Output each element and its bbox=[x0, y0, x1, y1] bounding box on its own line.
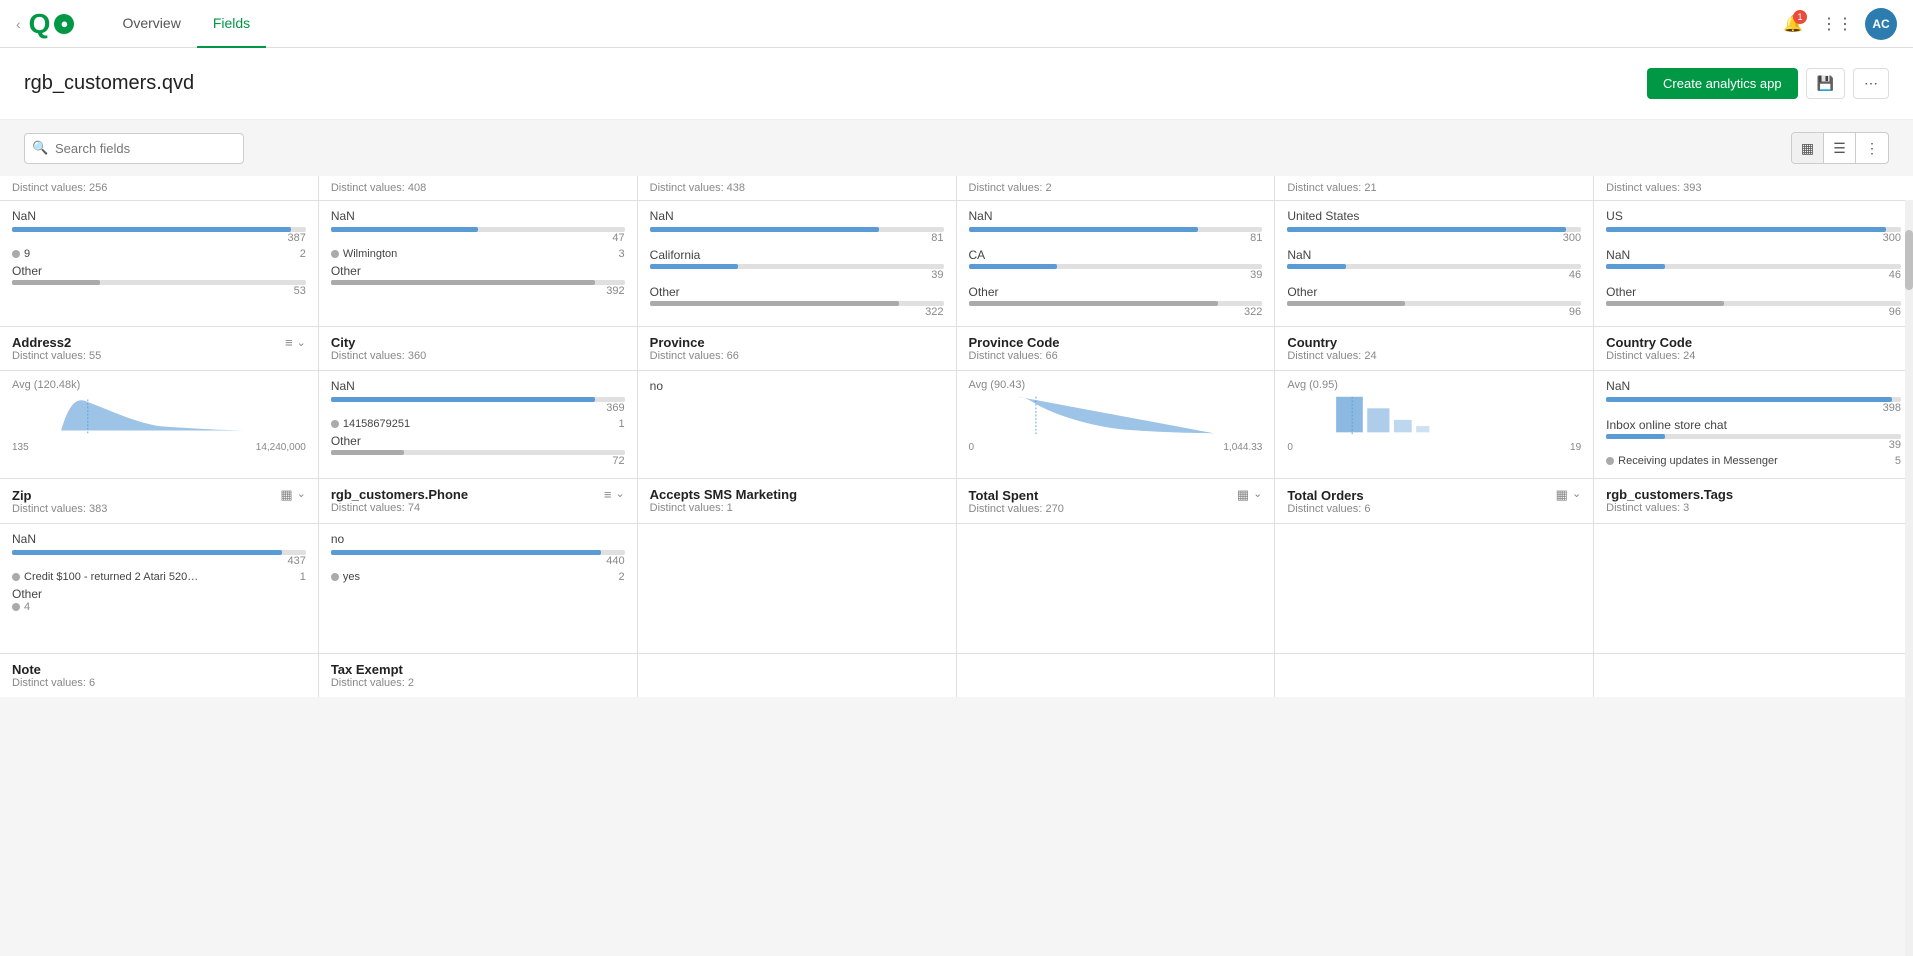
logo: Q ● bbox=[29, 10, 75, 38]
app-header: ‹ Q ● Overview Fields 🔔 1 ⋮⋮ AC bbox=[0, 0, 1913, 48]
nav-fields[interactable]: Fields bbox=[197, 0, 266, 48]
chevron-phone[interactable]: ⌄ bbox=[615, 487, 624, 502]
top-nan-col1: NaN 387 92 Other 53 bbox=[0, 201, 319, 327]
top-nan-col5: United States 300 NaN 46 Other 96 bbox=[1275, 201, 1594, 327]
more-options-button[interactable]: ⋯ bbox=[1853, 68, 1889, 99]
avatar[interactable]: AC bbox=[1865, 8, 1897, 40]
top-nan-col2: NaN 47 Wilmington3 Other 392 bbox=[319, 201, 638, 327]
col-distinct-3: Distinct values: 438 bbox=[638, 176, 957, 200]
empty-header-5 bbox=[1275, 654, 1594, 697]
chart-icon-total-spent[interactable]: ▦ bbox=[1237, 487, 1249, 503]
sort-icon-phone[interactable]: ≡ bbox=[604, 487, 612, 502]
col-distinct-6: Distinct values: 393 bbox=[1594, 176, 1913, 200]
logo-icon: ● bbox=[54, 14, 74, 34]
sms-chart-cell: no bbox=[638, 371, 957, 478]
field-header-country: Country Distinct values: 24 bbox=[1275, 327, 1594, 370]
field-header-city: City Distinct values: 360 bbox=[319, 327, 638, 370]
top-nan-col4: NaN 81 CA 39 Other 322 bbox=[957, 201, 1276, 327]
chevron-total-spent[interactable]: ⌄ bbox=[1253, 487, 1262, 503]
chevron-zip[interactable]: ⌄ bbox=[297, 487, 306, 503]
empty-cell-4 bbox=[957, 524, 1276, 653]
search-wrap: 🔍 bbox=[24, 133, 244, 164]
empty-header-3 bbox=[638, 654, 957, 697]
total-spent-histogram bbox=[969, 395, 1263, 435]
tax-exempt-content-cell: no 440 yes2 bbox=[319, 524, 638, 653]
empty-cell-6 bbox=[1594, 524, 1913, 653]
total-orders-histogram bbox=[1287, 395, 1581, 435]
empty-cell-5 bbox=[1275, 524, 1594, 653]
field-header-province-code: Province Code Distinct values: 66 bbox=[957, 327, 1276, 370]
field-header-phone: rgb_customers.Phone ≡ ⌄ Distinct values:… bbox=[319, 479, 638, 523]
page-title: rgb_customers.qvd bbox=[24, 72, 194, 95]
nav-overview[interactable]: Overview bbox=[106, 0, 196, 48]
main-nav: Overview Fields bbox=[106, 0, 266, 48]
field-header-tax-exempt: Tax Exempt Distinct values: 2 bbox=[319, 654, 638, 697]
header-right: 🔔 1 ⋮⋮ AC bbox=[1777, 8, 1897, 40]
chevron-address2[interactable]: ⌄ bbox=[297, 336, 306, 349]
chevron-total-orders[interactable]: ⌄ bbox=[1572, 487, 1581, 503]
apps-button[interactable]: ⋮⋮ bbox=[1821, 8, 1853, 40]
search-input[interactable] bbox=[24, 133, 244, 164]
create-analytics-app-button[interactable]: Create analytics app bbox=[1647, 68, 1798, 99]
chart-icon-zip[interactable]: ▦ bbox=[280, 487, 292, 503]
back-button[interactable]: ‹ bbox=[16, 16, 21, 32]
tags-chart-cell: NaN 398 Inbox online store chat 39 Recei… bbox=[1594, 371, 1913, 478]
zip-histogram bbox=[12, 395, 306, 435]
logo-q: Q bbox=[29, 10, 51, 38]
search-icon: 🔍 bbox=[32, 140, 48, 156]
col-distinct-2: Distinct values: 408 bbox=[319, 176, 638, 200]
search-bar-row: 🔍 ▦ ☰ ⋮ bbox=[0, 120, 1913, 176]
field-header-province: Province Distinct values: 66 bbox=[638, 327, 957, 370]
notifications-button[interactable]: 🔔 1 bbox=[1777, 8, 1809, 40]
title-bar: rgb_customers.qvd Create analytics app 💾… bbox=[0, 48, 1913, 120]
view-toggles: ▦ ☰ ⋮ bbox=[1791, 132, 1889, 164]
title-bar-actions: Create analytics app 💾 ⋯ bbox=[1647, 68, 1889, 99]
empty-header-4 bbox=[957, 654, 1276, 697]
field-header-total-spent: Total Spent ▦ ⌄ Distinct values: 270 bbox=[957, 479, 1276, 523]
top-nan-col6: US 300 NaN 46 Other 96 bbox=[1594, 201, 1913, 327]
col-distinct-1: Distinct values: 256 bbox=[0, 176, 319, 200]
field-header-tags: rgb_customers.Tags Distinct values: 3 bbox=[1594, 479, 1913, 523]
notification-badge: 1 bbox=[1793, 10, 1807, 24]
empty-cell-3 bbox=[638, 524, 957, 653]
field-header-country-code: Country Code Distinct values: 24 bbox=[1594, 327, 1913, 370]
field-header-note: Note Distinct values: 6 bbox=[0, 654, 319, 697]
grid-view-button[interactable]: ▦ bbox=[1792, 133, 1824, 163]
table-view-button[interactable]: ⋮ bbox=[1856, 133, 1888, 163]
phone-chart-cell: NaN 369 141586792511 Other 72 bbox=[319, 371, 638, 478]
sort-icon-address2[interactable]: ≡ bbox=[285, 335, 293, 350]
top-nan-col3: NaN 81 California 39 Other 322 bbox=[638, 201, 957, 327]
col-distinct-5: Distinct values: 21 bbox=[1275, 176, 1594, 200]
chart-icon-total-orders[interactable]: ▦ bbox=[1556, 487, 1568, 503]
field-header-total-orders: Total Orders ▦ ⌄ Distinct values: 6 bbox=[1275, 479, 1594, 523]
field-header-sms: Accepts SMS Marketing Distinct values: 1 bbox=[638, 479, 957, 523]
scrollbar-thumb[interactable] bbox=[1905, 230, 1913, 290]
field-header-address2: Address2 ≡ ⌄ Distinct values: 55 bbox=[0, 327, 319, 370]
list-view-button[interactable]: ☰ bbox=[1824, 133, 1856, 163]
col-distinct-4: Distinct values: 2 bbox=[957, 176, 1276, 200]
total-orders-chart-cell: Avg (0.95) 019 bbox=[1275, 371, 1594, 478]
total-spent-chart-cell: Avg (90.43) 01,044.33 bbox=[957, 371, 1276, 478]
scrollbar-track[interactable] bbox=[1905, 200, 1913, 956]
note-content-cell: NaN 437 Credit $100 - returned 2 Atari 5… bbox=[0, 524, 319, 653]
empty-header-6 bbox=[1594, 654, 1913, 697]
field-header-zip: Zip ▦ ⌄ Distinct values: 383 bbox=[0, 479, 319, 523]
zip-chart-cell: Avg (120.48k) 13514,240,000 bbox=[0, 371, 319, 478]
save-button[interactable]: 💾 bbox=[1806, 68, 1845, 99]
